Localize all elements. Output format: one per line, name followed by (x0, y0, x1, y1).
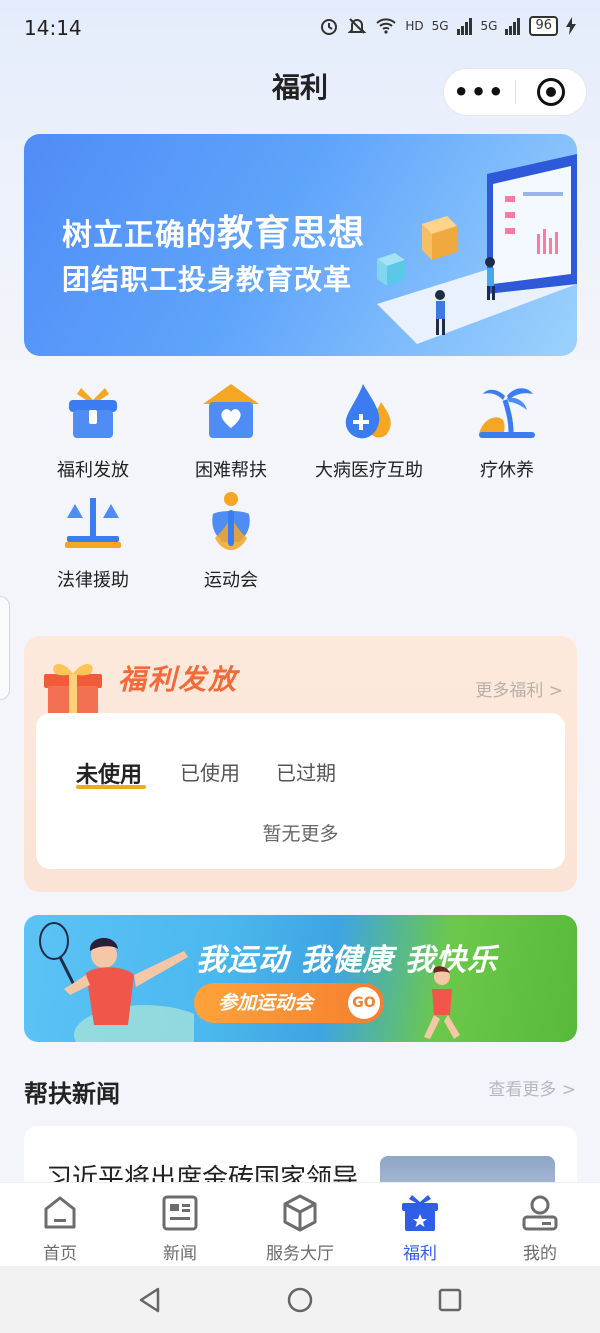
active-tab-underline (76, 785, 146, 789)
miniprogram-capsule: ••• (443, 68, 587, 116)
wifi-icon (376, 18, 397, 34)
banner-illustration (377, 154, 577, 344)
network-label-2: 5G (480, 19, 498, 33)
tab-home[interactable]: 首页 (0, 1193, 120, 1264)
service-sports-meet[interactable]: 运动会 (162, 490, 300, 592)
service-label: 疗休养 (480, 460, 534, 481)
signal-icon-1 (456, 18, 472, 35)
system-navigation-bar (0, 1266, 600, 1333)
service-label: 大病医疗互助 (315, 460, 423, 481)
service-label: 法律援助 (57, 570, 129, 591)
battery-indicator: 96 (529, 16, 558, 36)
welfare-card-title: 福利发放 (118, 663, 239, 696)
tab-label: 新闻 (163, 1244, 197, 1264)
status-icons: HD 5G 5G 96 (319, 16, 576, 36)
gift-box-illustration (44, 664, 102, 714)
sports-meet-banner[interactable]: 我运动 我健康 我快乐 参加运动会 GO (24, 915, 577, 1042)
tab-service-hall[interactable]: 服务大厅 (240, 1193, 360, 1264)
service-label: 困难帮扶 (195, 460, 267, 481)
cube-icon (283, 1194, 317, 1232)
service-label: 运动会 (204, 570, 258, 591)
hd-label: HD (405, 19, 424, 33)
tab-label: 服务大厅 (266, 1244, 334, 1264)
tab-label: 首页 (43, 1244, 77, 1264)
tab-label: 福利 (403, 1244, 437, 1264)
home-icon (44, 1196, 76, 1229)
side-drawer-handle[interactable] (0, 596, 10, 700)
home-circle-icon[interactable] (286, 1286, 314, 1314)
status-time: 14:14 (24, 16, 82, 40)
service-legal-aid[interactable]: 法律援助 (24, 490, 162, 592)
network-label-1: 5G (431, 19, 449, 33)
tab-label: 我的 (523, 1244, 557, 1264)
tab-welfare[interactable]: 福利 (360, 1193, 480, 1264)
hero-banner[interactable]: 树立正确的教育思想 团结职工投身教育改革 (24, 134, 577, 356)
tab-used[interactable]: 已使用 (180, 757, 240, 786)
medical-drop-icon (345, 384, 391, 439)
close-miniprogram-button[interactable] (516, 78, 586, 106)
signal-icon-2 (505, 18, 521, 35)
user-icon (522, 1195, 558, 1231)
back-icon[interactable] (136, 1286, 164, 1314)
news-section-heading: 帮扶新闻 (24, 1080, 120, 1108)
more-welfare-link[interactable]: 更多福利 > (475, 676, 563, 701)
palm-beach-icon (479, 388, 535, 438)
runner-illustration (424, 966, 460, 1039)
heart-house-icon (203, 384, 259, 438)
tab-expired[interactable]: 已过期 (276, 757, 336, 786)
status-bar: 14:14 HD 5G 5G 96 (0, 0, 600, 56)
news-icon (162, 1195, 198, 1231)
service-recuperation[interactable]: 疗休养 (438, 380, 576, 482)
welfare-icon (402, 1195, 438, 1231)
athlete-icon (212, 492, 250, 550)
alarm-icon (321, 19, 338, 35)
tab-mine[interactable]: 我的 (480, 1193, 600, 1264)
service-serious-illness-mutual-aid[interactable]: 大病医疗互助 (300, 380, 438, 482)
banner-headline-prefix: 树立正确的 (62, 218, 217, 253)
scale-icon (65, 498, 121, 548)
service-welfare-distribution[interactable]: 福利发放 (24, 380, 162, 482)
recents-icon[interactable] (436, 1286, 464, 1314)
badminton-player-illustration (39, 922, 194, 1042)
service-hardship-aid[interactable]: 困难帮扶 (162, 380, 300, 482)
more-menu-button[interactable]: ••• (444, 68, 515, 116)
welfare-distribution-card: 福利发放 更多福利 > 未使用 已使用 已过期 暂无更多 (24, 636, 577, 892)
gift-icon (69, 388, 117, 438)
charging-icon (566, 17, 576, 35)
tab-news[interactable]: 新闻 (120, 1193, 240, 1264)
view-more-news-link[interactable]: 查看更多 > (488, 1075, 576, 1100)
go-badge: GO (348, 987, 380, 1019)
banner-headline: 树立正确的教育思想 (62, 204, 365, 256)
banner-subline: 团结职工投身教育改革 (62, 263, 353, 296)
empty-state-text: 暂无更多 (262, 823, 339, 845)
welfare-tab-panel: 未使用 已使用 已过期 暂无更多 (36, 713, 565, 869)
service-label: 福利发放 (57, 460, 129, 481)
target-icon (536, 78, 565, 106)
mute-bell-icon (347, 18, 367, 34)
join-button-label: 参加运动会 (218, 992, 314, 1014)
bottom-tab-bar: 首页 新闻 服务大厅 福利 我的 (0, 1182, 600, 1266)
join-sports-meet-button[interactable]: 参加运动会 GO (194, 983, 384, 1023)
